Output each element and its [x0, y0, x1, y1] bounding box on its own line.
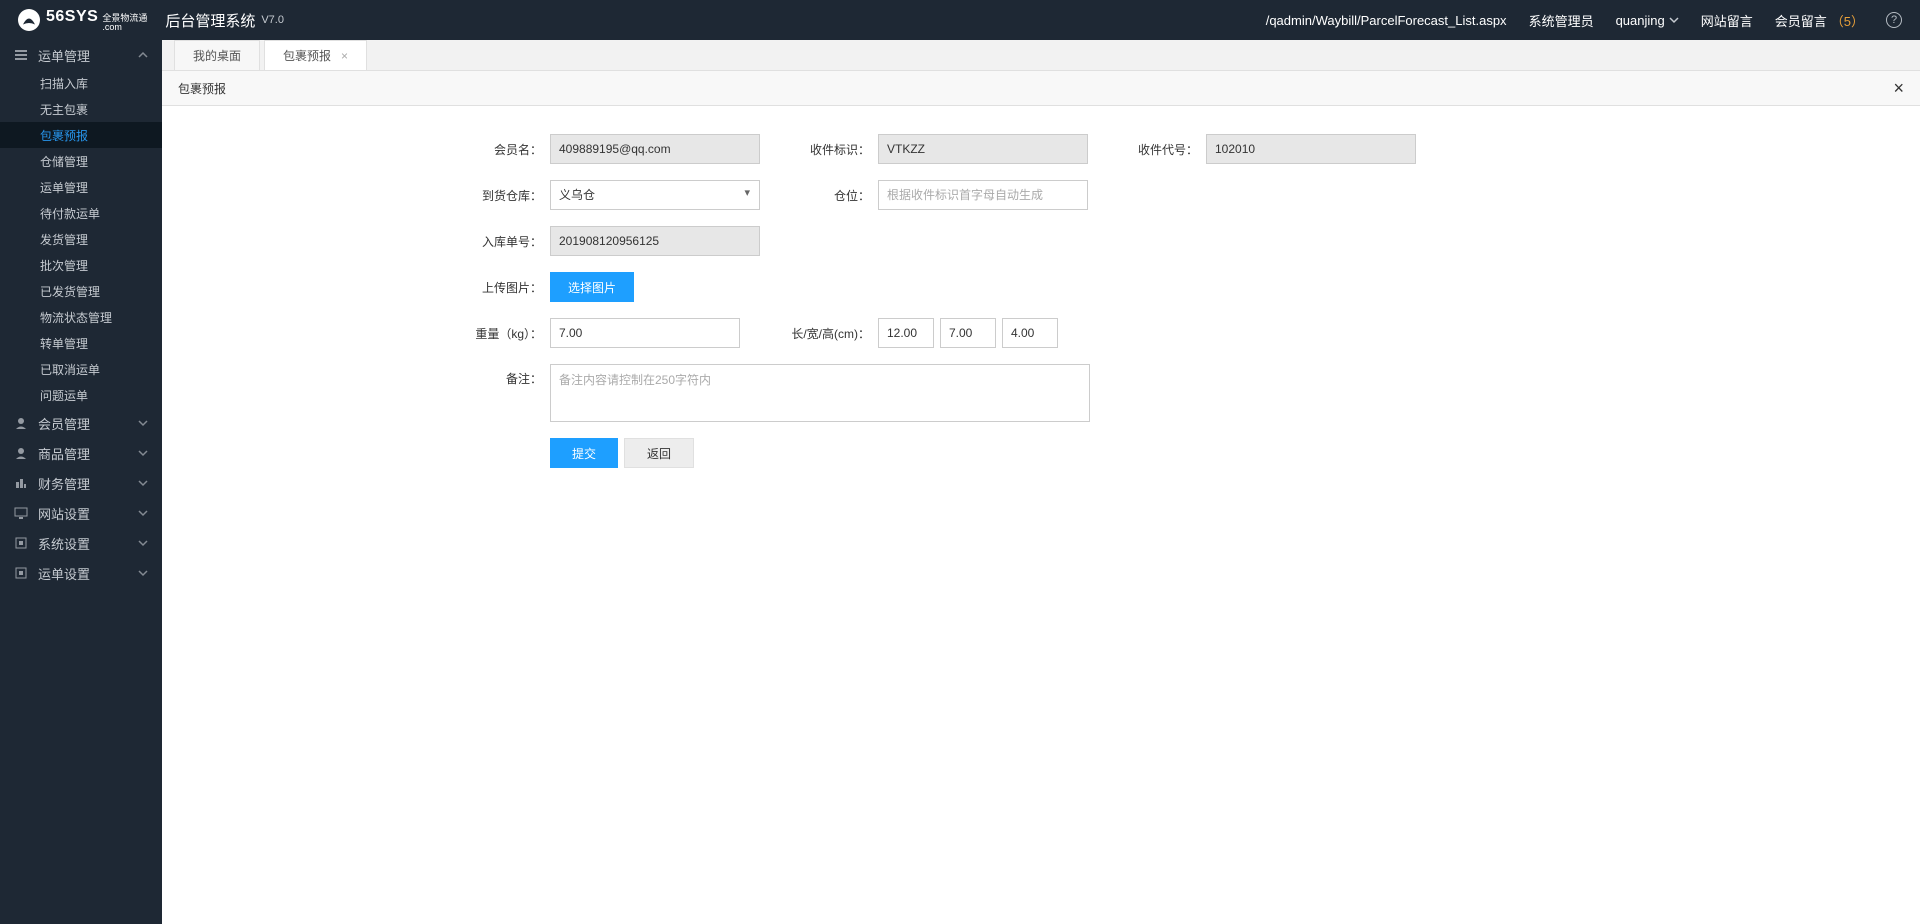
recv-id-label: 收件标识：: [796, 141, 878, 158]
system-icon: [14, 536, 28, 550]
arrive-wh-select[interactable]: 义乌仓: [550, 180, 760, 210]
logo-icon: [18, 9, 40, 31]
dim-label: 长/宽/高(cm)：: [776, 325, 878, 342]
panel-close-button[interactable]: ×: [1893, 79, 1904, 97]
store-pos-input[interactable]: [878, 180, 1088, 210]
sidebar-item[interactable]: 无主包裹: [0, 96, 162, 122]
chevron-down-icon: [138, 478, 148, 488]
page-title: 包裹预报: [178, 80, 226, 97]
tab-bar: 我的桌面 包裹预报 ×: [162, 40, 1920, 70]
upload-image-button[interactable]: 选择图片: [550, 272, 634, 302]
sidebar-section-finance[interactable]: 财务管理: [0, 468, 162, 498]
chevron-down-icon: [1669, 15, 1679, 25]
member-name-label: 会员名：: [162, 141, 550, 158]
sidebar-item[interactable]: 转单管理: [0, 330, 162, 356]
page-path: /qadmin/Waybill/ParcelForecast_List.aspx: [1266, 13, 1507, 28]
chevron-down-icon: [138, 418, 148, 428]
close-icon[interactable]: ×: [341, 50, 348, 62]
tab-desktop[interactable]: 我的桌面: [174, 40, 260, 70]
submit-button[interactable]: 提交: [550, 438, 618, 468]
sidebar-section-product[interactable]: 商品管理: [0, 438, 162, 468]
remark-textarea[interactable]: [550, 364, 1090, 422]
sidebar-item[interactable]: 运单管理: [0, 174, 162, 200]
main-area: 我的桌面 包裹预报 × 包裹预报 × 会员名： 收件标识：: [162, 40, 1920, 924]
sidebar-section-waybill-settings[interactable]: 运单设置: [0, 558, 162, 588]
app-title: 后台管理系统: [165, 10, 255, 31]
list-icon: [14, 48, 28, 62]
system-icon: [14, 566, 28, 580]
sidebar-item[interactable]: 物流状态管理: [0, 304, 162, 330]
member-msg-link[interactable]: 会员留言 （5）: [1775, 11, 1864, 30]
chevron-down-icon: [138, 538, 148, 548]
role-label[interactable]: 系统管理员: [1529, 11, 1594, 30]
member-msg-count: （5）: [1831, 11, 1864, 30]
sidebar-item-parcel-forecast[interactable]: 包裹预报: [0, 122, 162, 148]
dim-height-input[interactable]: [1002, 318, 1058, 348]
recv-id-input[interactable]: [878, 134, 1088, 164]
chevron-down-icon: [138, 568, 148, 578]
site-msg-link[interactable]: 网站留言: [1701, 11, 1753, 30]
weight-label: 重量（kg）：: [162, 325, 550, 342]
sidebar-item[interactable]: 已取消运单: [0, 356, 162, 382]
upload-label: 上传图片：: [162, 279, 550, 296]
recv-code-label: 收件代号：: [1124, 141, 1206, 158]
site-icon: [14, 506, 28, 520]
member-name-input[interactable]: [550, 134, 760, 164]
finance-icon: [14, 476, 28, 490]
sidebar-section-site[interactable]: 网站设置: [0, 498, 162, 528]
dim-length-input[interactable]: [878, 318, 934, 348]
sidebar-section-waybill[interactable]: 运单管理: [0, 40, 162, 70]
user-icon: [14, 416, 28, 430]
inno-input[interactable]: [550, 226, 760, 256]
chevron-down-icon: [138, 508, 148, 518]
arrive-wh-label: 到货仓库：: [162, 187, 550, 204]
user-name: quanjing: [1616, 13, 1665, 28]
sidebar-item[interactable]: 发货管理: [0, 226, 162, 252]
app-version: V7.0: [261, 14, 284, 26]
recv-code-input[interactable]: [1206, 134, 1416, 164]
sidebar-section-member[interactable]: 会员管理: [0, 408, 162, 438]
topbar: 56SYS 全景物流通 .com 后台管理系统 V7.0 /qadmin/Way…: [0, 0, 1920, 40]
tab-parcel-forecast[interactable]: 包裹预报 ×: [264, 40, 367, 70]
sidebar-item[interactable]: 仓储管理: [0, 148, 162, 174]
brand-sub: 全景物流通 .com: [102, 14, 147, 33]
brand-main: 56SYS: [46, 8, 98, 26]
sidebar-item[interactable]: 已发货管理: [0, 278, 162, 304]
store-pos-label: 仓位：: [796, 187, 878, 204]
chevron-down-icon: [138, 448, 148, 458]
sidebar-item[interactable]: 扫描入库: [0, 70, 162, 96]
inno-label: 入库单号：: [162, 233, 550, 250]
user-icon: [14, 446, 28, 460]
sidebar-item[interactable]: 问题运单: [0, 382, 162, 408]
sidebar-section-system[interactable]: 系统设置: [0, 528, 162, 558]
brand: 56SYS 全景物流通 .com: [46, 8, 147, 33]
dim-width-input[interactable]: [940, 318, 996, 348]
help-icon: ?: [1886, 12, 1902, 28]
chevron-up-icon: [138, 50, 148, 60]
sidebar-item[interactable]: 待付款运单: [0, 200, 162, 226]
sidebar: 运单管理 扫描入库 无主包裹 包裹预报 仓储管理 运单管理 待付款运单 发货管理…: [0, 40, 162, 924]
breadcrumb: 包裹预报 ×: [162, 70, 1920, 106]
weight-input[interactable]: [550, 318, 740, 348]
back-button[interactable]: 返回: [624, 438, 694, 468]
user-menu[interactable]: quanjing: [1616, 13, 1679, 28]
remark-label: 备注：: [162, 364, 550, 387]
help-button[interactable]: ?: [1886, 12, 1902, 28]
sidebar-item[interactable]: 批次管理: [0, 252, 162, 278]
